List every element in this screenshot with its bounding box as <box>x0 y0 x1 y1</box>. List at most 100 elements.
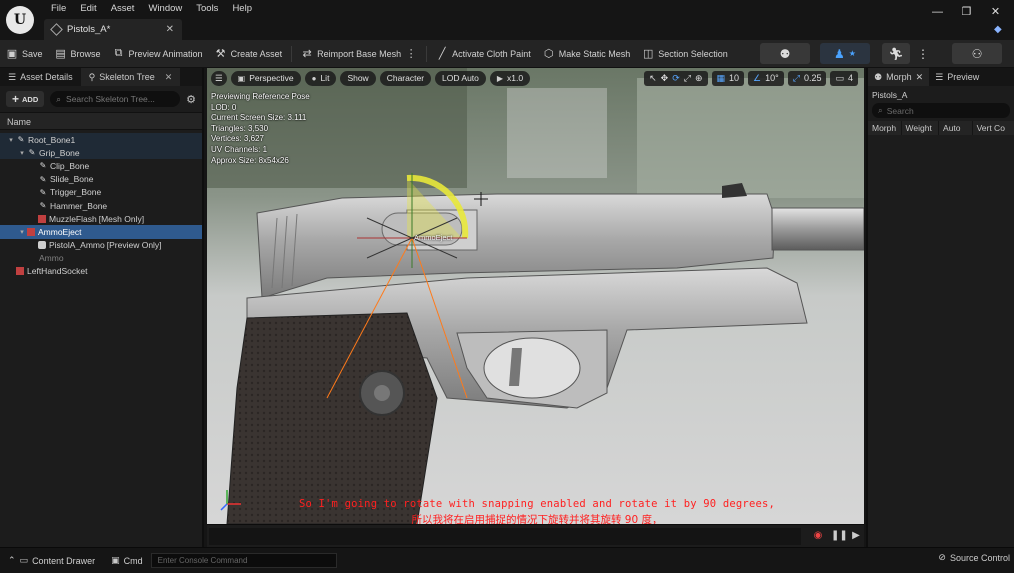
save-button[interactable]: ▣ Save <box>0 43 49 65</box>
column-morph[interactable]: Morph <box>868 121 902 135</box>
menu-help[interactable]: Help <box>225 3 259 17</box>
lit-label: Lit <box>320 73 330 83</box>
close-tab-icon[interactable]: ✕ <box>916 72 924 83</box>
tree-row[interactable]: ▾ AmmoEject <box>0 225 202 239</box>
scale-snap-icon: ⤢ <box>792 72 800 83</box>
play-speed-button[interactable]: ▶ x1.0 <box>489 70 531 86</box>
translate-icon[interactable]: ✥ <box>661 73 669 84</box>
tab-asset-details[interactable]: ☰ Asset Details <box>0 68 81 86</box>
chevron-down-icon[interactable]: ▾ <box>6 136 16 144</box>
menu-asset[interactable]: Asset <box>104 3 142 17</box>
tree-row[interactable]: ✎ Slide_Bone <box>0 173 202 186</box>
record-button[interactable]: ◉ <box>811 529 825 543</box>
tree-row[interactable]: PistolA_Ammo [Preview Only] <box>0 239 202 252</box>
skeleton-mode-button[interactable]: ⚉ <box>760 43 810 64</box>
toolbar-divider <box>291 45 293 62</box>
animation-mode-button[interactable]: 🏃︎ <box>882 43 910 64</box>
browse-button[interactable]: ▤ Browse <box>49 43 107 65</box>
lod-button[interactable]: LOD Auto <box>435 70 486 86</box>
physics-mode-button[interactable]: ⚇ <box>952 43 1002 64</box>
details-icon: ☰ <box>8 71 17 82</box>
more-options-icon[interactable]: ⋮ <box>405 48 417 60</box>
menu-window[interactable]: Window <box>141 3 189 17</box>
chevron-down-icon[interactable]: ▾ <box>17 228 27 236</box>
scale-icon[interactable]: ⤢ <box>684 73 691 84</box>
close-tab-icon[interactable]: ✕ <box>166 24 174 35</box>
create-asset-label: Create Asset <box>230 48 283 59</box>
close-window-button[interactable]: ✕ <box>981 4 1010 20</box>
make-static-mesh-button[interactable]: ⬡ Make Static Mesh <box>537 43 637 65</box>
document-tab[interactable]: Pistols_A* ✕ <box>44 19 182 40</box>
skeleton-search-input[interactable]: ⌕ Search Skeleton Tree... <box>50 91 181 107</box>
tree-row[interactable]: ✎ Hammer_Bone <box>0 199 202 212</box>
unreal-logo-icon[interactable]: U <box>6 6 34 34</box>
mesh-mode-button[interactable]: ♟ ★ <box>820 43 870 64</box>
content-drawer-button[interactable]: ⌃ ▭ Content Drawer <box>0 550 103 572</box>
add-button[interactable]: + ADD <box>6 91 45 107</box>
perspective-button[interactable]: ▣ Perspective <box>230 70 301 86</box>
toolbar-divider <box>426 45 428 62</box>
morph-search-input[interactable]: ⌕ Search <box>872 103 1010 118</box>
mode-more-button[interactable]: ⋮ <box>912 43 934 64</box>
gear-icon[interactable]: ⚙ <box>186 93 196 106</box>
character-button[interactable]: Character <box>379 70 432 86</box>
coordinate-space-icon[interactable]: ⊕ <box>695 73 703 84</box>
lit-button[interactable]: ● Lit <box>304 70 337 86</box>
socket-icon <box>16 267 24 276</box>
camera-speed-button[interactable]: ▭ 4 <box>830 70 858 86</box>
tree-row-label: Clip_Bone <box>50 160 90 171</box>
menu-file[interactable]: File <box>44 3 73 17</box>
viewport-menu-button[interactable]: ☰ <box>211 70 227 86</box>
column-vert-count[interactable]: Vert Co <box>973 121 1014 135</box>
animation-icon: ⧉ <box>114 47 123 59</box>
pause-button[interactable]: ❚❚ <box>831 529 848 543</box>
tree-row[interactable]: ▾ ✎ Grip_Bone <box>0 146 202 160</box>
preview-animation-button[interactable]: ⧉ Preview Animation <box>107 43 209 65</box>
terminal-icon: ▣ <box>111 555 120 565</box>
rotate-icon[interactable]: ⟳ <box>672 73 680 84</box>
timeline-scrubber[interactable] <box>209 528 801 545</box>
minimize-button[interactable]: — <box>923 4 952 20</box>
console-input[interactable]: Enter Console Command <box>150 553 337 568</box>
tab-skeleton-tree-label: Skeleton Tree <box>99 72 155 82</box>
browse-label: Browse <box>70 48 101 59</box>
play-forward-button[interactable]: ▶ <box>849 529 863 543</box>
show-button[interactable]: Show <box>340 70 376 86</box>
show-label: Show <box>347 73 369 83</box>
chevron-down-icon[interactable]: ▾ <box>17 149 27 157</box>
rotation-snap-button[interactable]: ∠ 10° <box>748 70 784 86</box>
tree-row-label: Slide_Bone <box>50 174 94 185</box>
tree-row[interactable]: ✎ Clip_Bone <box>0 159 202 172</box>
tree-row[interactable]: LeftHandSocket <box>0 265 202 278</box>
tree-row[interactable]: ✎ Trigger_Bone <box>0 186 202 199</box>
tab-skeleton-tree[interactable]: ⚲ Skeleton Tree ✕ <box>80 68 181 86</box>
viewport[interactable]: ☰ ▣ Perspective ● Lit Show Character LOD… <box>207 68 864 524</box>
close-tab-icon[interactable]: ✕ <box>165 72 173 83</box>
marketplace-icon[interactable]: ◆ <box>994 24 1006 36</box>
section-selection-button[interactable]: ◫ Section Selection <box>636 43 734 65</box>
tree-row[interactable]: MuzzleFlash [Mesh Only] <box>0 212 202 225</box>
tree-row[interactable]: Ammo <box>0 252 202 265</box>
select-icon[interactable]: ↖ <box>649 73 657 84</box>
source-control-button[interactable]: ⊘ Source Control <box>938 552 1010 563</box>
column-auto[interactable]: Auto <box>939 121 973 135</box>
search-icon: ⌕ <box>878 105 883 115</box>
menu-edit[interactable]: Edit <box>73 3 103 17</box>
reimport-base-mesh-button[interactable]: ⇄ Reimport Base Mesh ⋮ <box>295 43 423 65</box>
tree-row[interactable]: ▾ ✎ Root_Bone1 <box>0 133 202 147</box>
tab-morph-target[interactable]: ⚉ Morph ✕ <box>868 68 930 86</box>
bone-name-label: AmmoEject <box>414 233 453 242</box>
column-weight[interactable]: Weight <box>902 121 940 135</box>
cmd-button[interactable]: ▣ Cmd <box>103 550 151 572</box>
menu-tools[interactable]: Tools <box>189 3 225 17</box>
activate-cloth-paint-button[interactable]: ╱ Activate Cloth Paint <box>430 43 537 65</box>
create-asset-button[interactable]: ⚒ Create Asset <box>209 43 289 65</box>
lit-sphere-icon: ● <box>311 73 317 83</box>
window-controls: — ❐ ✕ <box>923 4 1010 20</box>
stat-line: Current Screen Size: 3.111 <box>211 113 307 123</box>
subtitle-chinese: 所以我将在启用捕捉的情况下旋转并将其旋转 90 度， <box>411 514 663 524</box>
tab-preview[interactable]: ☰ Preview <box>929 68 985 86</box>
grid-snap-button[interactable]: ▦ 10 <box>711 70 745 86</box>
restore-button[interactable]: ❐ <box>952 4 981 20</box>
scale-snap-button[interactable]: ⤢ 0.25 <box>787 70 827 86</box>
